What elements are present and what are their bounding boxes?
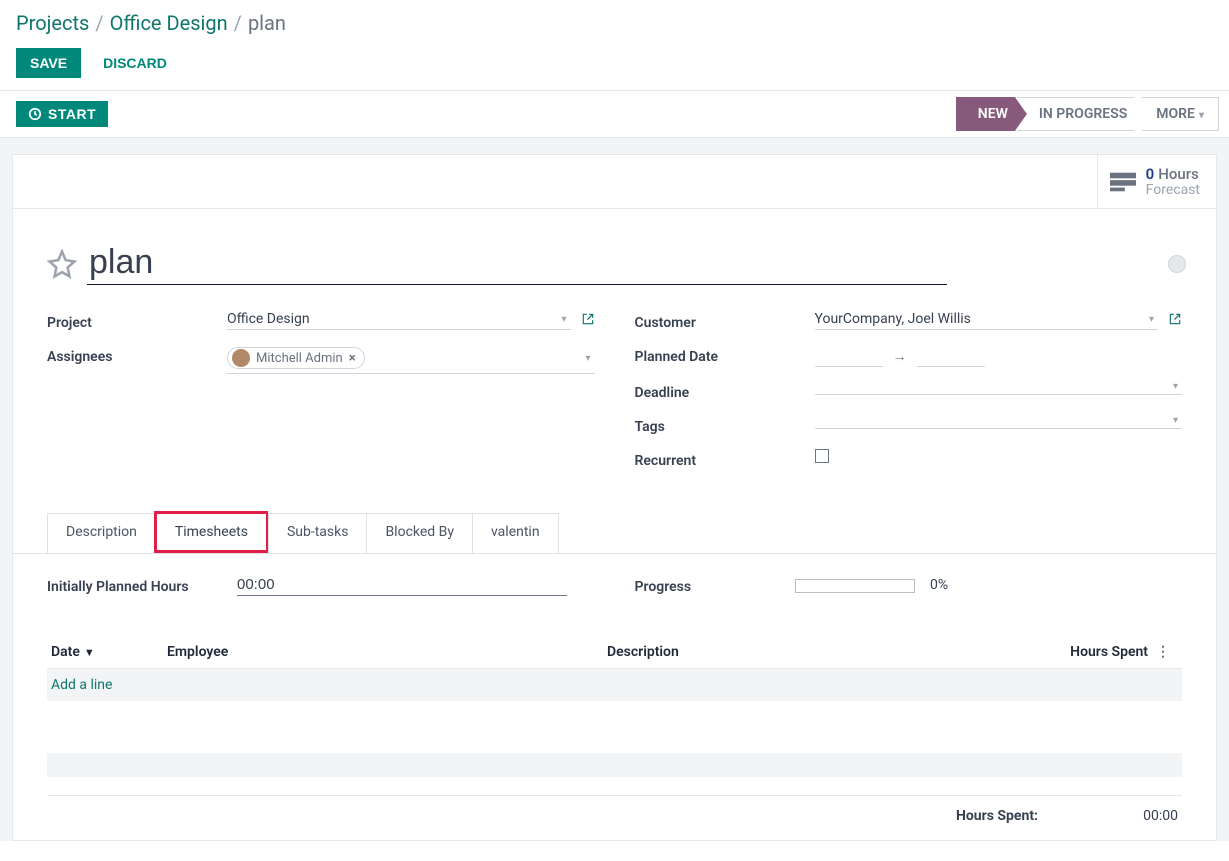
tab-timesheets[interactable]: Timesheets — [157, 514, 266, 550]
avatar — [232, 349, 250, 367]
stage-new[interactable]: NEW — [956, 97, 1027, 131]
tab-subtasks[interactable]: Sub-tasks — [268, 513, 368, 553]
forecast-count: 0 — [1146, 165, 1155, 183]
progress-bar — [795, 579, 915, 593]
external-link-icon — [581, 312, 595, 326]
save-button[interactable]: SAVE — [16, 48, 81, 78]
chevron-down-icon[interactable]: ▾ — [585, 353, 590, 364]
stage-in-progress[interactable]: IN PROGRESS — [1017, 97, 1146, 131]
tab-description[interactable]: Description — [47, 513, 156, 553]
assignee-chip[interactable]: Mitchell Admin × — [227, 347, 365, 369]
tab-blocked-by[interactable]: Blocked By — [366, 513, 473, 553]
label-project: Project — [47, 311, 227, 331]
progress-percent: 0% — [930, 577, 948, 593]
label-assignees: Assignees — [47, 345, 227, 365]
col-header-date[interactable]: Date ▼ — [51, 644, 167, 660]
remove-assignee-icon[interactable]: × — [349, 351, 356, 366]
col-header-hours[interactable]: Hours Spent — [1018, 644, 1148, 660]
chevron-down-icon: ▾ — [1199, 110, 1204, 121]
tab-strip: Description Timesheets Sub-tasks Blocked… — [13, 513, 1216, 553]
breadcrumb-project[interactable]: Office Design — [110, 10, 228, 36]
forecast-sub: Forecast — [1146, 183, 1200, 198]
label-initially-planned: Initially Planned Hours — [47, 575, 237, 595]
table-row-spacer — [47, 753, 1182, 777]
stage-bar: NEW IN PROGRESS MORE ▾ — [956, 97, 1219, 131]
discard-button[interactable]: DISCARD — [89, 48, 181, 78]
label-planned-date: Planned Date — [635, 345, 815, 365]
forecast-unit: Hours — [1158, 165, 1199, 183]
forecast-stat-button[interactable]: 0Hours Forecast — [1097, 155, 1216, 208]
col-header-employee[interactable]: Employee — [167, 644, 607, 660]
column-options-button[interactable]: ⋮ — [1148, 644, 1178, 660]
arrow-right-icon: → — [893, 348, 907, 365]
label-deadline: Deadline — [635, 381, 815, 401]
stage-more[interactable]: MORE ▾ — [1142, 97, 1219, 131]
chevron-down-icon[interactable]: ▾ — [1173, 381, 1178, 392]
star-icon[interactable] — [47, 249, 77, 279]
project-external-link[interactable] — [581, 312, 595, 330]
external-link-icon — [1168, 312, 1182, 326]
clock-icon — [28, 107, 42, 121]
tab-timesheets-highlight: Timesheets — [154, 511, 268, 553]
planned-hours-input[interactable] — [237, 574, 567, 596]
planned-date-to[interactable] — [917, 345, 985, 367]
project-select[interactable]: Office Design — [227, 311, 555, 327]
chevron-down-icon[interactable]: ▾ — [561, 314, 566, 325]
customer-external-link[interactable] — [1168, 312, 1182, 330]
total-value: 00:00 — [1098, 808, 1178, 824]
label-progress: Progress — [635, 575, 795, 595]
add-line-link[interactable]: Add a line — [51, 677, 112, 693]
kanban-state-toggle[interactable] — [1168, 255, 1186, 273]
breadcrumb-sep-1: / — [95, 10, 103, 36]
start-button-label: START — [48, 106, 96, 122]
chevron-down-icon[interactable]: ▾ — [1149, 314, 1154, 325]
table-row-empty — [47, 701, 1182, 747]
start-button[interactable]: START — [16, 101, 108, 127]
breadcrumb-projects[interactable]: Projects — [16, 10, 89, 36]
col-header-description[interactable]: Description — [607, 644, 1018, 660]
sort-down-icon: ▼ — [84, 646, 95, 659]
tab-valentin[interactable]: valentin — [472, 513, 559, 553]
stage-more-label: MORE — [1156, 106, 1195, 122]
customer-select[interactable]: YourCompany, Joel Willis — [815, 311, 1143, 327]
chevron-down-icon[interactable]: ▾ — [1173, 415, 1178, 426]
recurrent-checkbox[interactable] — [815, 449, 829, 463]
assignee-name: Mitchell Admin — [256, 351, 343, 366]
breadcrumb-current: plan — [248, 10, 286, 36]
breadcrumb-sep-2: / — [234, 10, 242, 36]
label-tags: Tags — [635, 415, 815, 435]
list-icon — [1110, 172, 1136, 192]
total-label: Hours Spent: — [956, 808, 1038, 824]
planned-date-from[interactable] — [815, 345, 883, 367]
label-recurrent: Recurrent — [635, 449, 815, 469]
breadcrumb: Projects / Office Design / plan — [16, 10, 1213, 36]
task-name-input[interactable] — [87, 243, 947, 285]
label-customer: Customer — [635, 311, 815, 331]
